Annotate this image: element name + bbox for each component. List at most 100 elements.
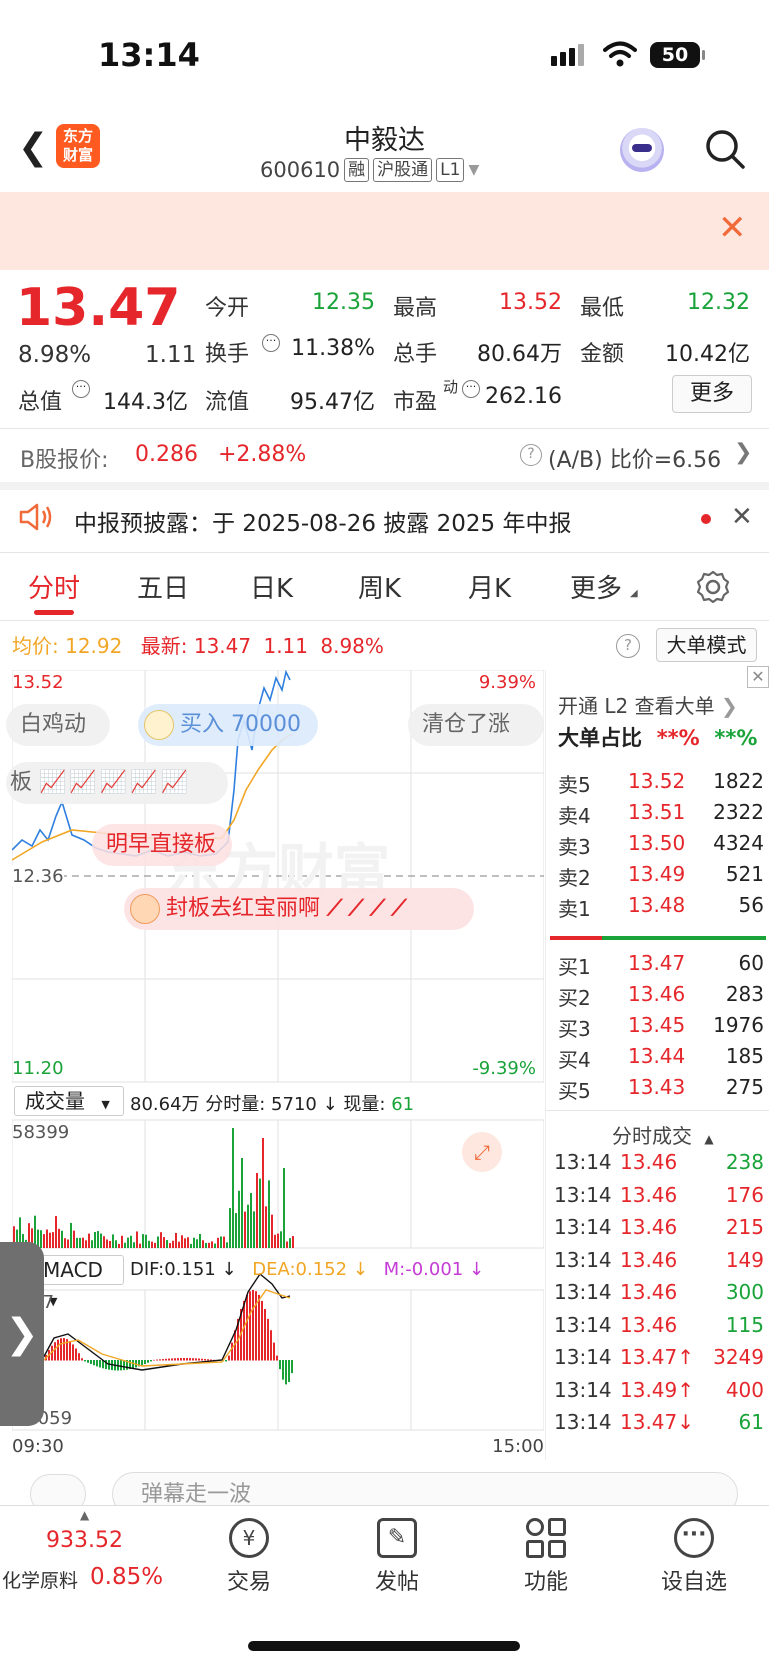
volume-bar	[151, 1241, 153, 1248]
danmu-comment[interactable]: 清仓了涨	[408, 704, 544, 746]
ab-ratio: (A/B) 比价=6.56	[548, 448, 722, 473]
volume-bar	[226, 1242, 228, 1248]
tick-volume: 176	[725, 1182, 764, 1207]
caret-icon: ◢	[630, 588, 638, 599]
index-name[interactable]: 化学原料	[2, 1566, 78, 1593]
bid-row[interactable]: 买2 13.46 283	[546, 982, 769, 1012]
tick-price: 13.47↑	[620, 1345, 695, 1369]
status-bar: 13:14 50	[0, 0, 769, 110]
danmu-comment[interactable]: 明早直接板	[92, 824, 232, 866]
ask-price: 13.48	[628, 893, 686, 917]
macd-bar	[54, 1342, 56, 1361]
macd-bar	[174, 1358, 176, 1361]
volume-selector[interactable]: 成交量 ▼	[14, 1086, 124, 1116]
danmu-comment[interactable]: 封板去红宝丽啊 ⟋⟋⟋⟋	[124, 888, 474, 930]
assistant-robot-icon[interactable]	[620, 128, 664, 172]
expand-icon[interactable]: ⤢	[462, 1132, 502, 1172]
big-order-label: 大单占比	[558, 726, 642, 750]
volume-bar	[262, 1138, 264, 1248]
tick-volume: 149	[725, 1247, 764, 1272]
big-order-mode-button[interactable]: 大单模式	[656, 628, 757, 662]
volume-bar	[82, 1237, 84, 1248]
tick-time: 13:14	[554, 1182, 612, 1207]
side-drawer-handle[interactable]: ❯	[0, 1242, 44, 1426]
gear-icon[interactable]	[696, 570, 730, 604]
intraday-chart[interactable]: 东方财富 13.52 9.39% 12.36 11.20 -9.39% 白鸡动 …	[6, 670, 544, 1580]
macd-bar	[195, 1358, 197, 1361]
ask-volume: 4324	[713, 831, 764, 855]
nav-trade[interactable]: ¥ 交易	[199, 1518, 299, 1596]
volume-bar	[199, 1233, 201, 1248]
tab-more[interactable]: 更多	[570, 568, 622, 605]
chevron-down-icon: ▼	[468, 162, 480, 178]
volume-bar	[55, 1216, 57, 1248]
promo-banner[interactable]: ✕	[0, 192, 769, 270]
ask-row[interactable]: 卖1 13.48 56	[546, 893, 769, 923]
search-icon[interactable]	[704, 128, 746, 170]
more-button[interactable]: 更多	[672, 375, 752, 413]
tick-row: 13:14 13.49↑ 400	[546, 1378, 769, 1408]
danmu-comment[interactable]: 板 📈📈📈📈📈	[6, 762, 228, 804]
ask-row[interactable]: 卖2 13.49 521	[546, 862, 769, 892]
help-icon[interactable]: ?	[616, 634, 640, 658]
close-icon[interactable]: ✕	[731, 502, 753, 532]
help-icon[interactable]: ?	[520, 444, 542, 466]
bid-row[interactable]: 买1 13.47 60	[546, 951, 769, 981]
big-order-ratio: 大单占比 **% **%	[558, 722, 757, 752]
volume-bar	[85, 1240, 87, 1248]
stock-code-line[interactable]: 600610 融 沪股通 L1 ▼	[260, 158, 479, 182]
order-book: ✕ 开通 L2 查看大单 ❯ 大单占比 **% **% 卖5 13.52 1822 卖…	[545, 666, 769, 1460]
info-dots-icon[interactable]: ···	[462, 380, 480, 398]
info-dots-icon[interactable]: ···	[262, 334, 280, 352]
tab-weekly-k[interactable]: 周K	[358, 568, 401, 605]
bid-volume: 60	[738, 951, 764, 975]
macd-bar	[267, 1318, 269, 1361]
divider	[0, 620, 769, 621]
macd-bar	[60, 1338, 62, 1361]
tick-time: 13:14	[554, 1215, 612, 1239]
danmu-comment[interactable]: 买入 70000	[138, 704, 318, 746]
bid-label: 买3	[558, 1017, 591, 1041]
macd-bar	[192, 1358, 194, 1361]
nav-post[interactable]: ✎ 发帖	[347, 1518, 447, 1596]
divider	[0, 482, 769, 490]
tick-price: 13.46	[620, 1215, 678, 1239]
volume-bar	[49, 1232, 51, 1248]
tab-daily-k[interactable]: 日K	[250, 568, 293, 605]
notice-bar[interactable]: 中报预披露：于 2025-08-26 披露 2025 年中报 ✕	[0, 490, 769, 544]
b-share-row[interactable]: B股报价: 0.286 +2.88% ? (A/B) 比价=6.56 ❯	[0, 428, 769, 482]
ask-row[interactable]: 卖3 13.50 4324	[546, 831, 769, 861]
macd-plot	[41, 1272, 293, 1385]
tab-five-day[interactable]: 五日	[137, 568, 189, 605]
index-pct[interactable]: 0.85%	[90, 1564, 163, 1590]
ticks-title[interactable]: 分时成交 ▲	[612, 1120, 714, 1149]
volume-bar	[97, 1231, 99, 1248]
macd-bar	[207, 1359, 209, 1361]
volume-bar	[58, 1228, 60, 1248]
volume-value: 80.64万	[477, 342, 562, 367]
bid-row[interactable]: 买3 13.45 1976	[546, 1013, 769, 1043]
ask-row[interactable]: 卖4 13.51 2322	[546, 800, 769, 830]
tab-monthly-k[interactable]: 月K	[468, 568, 511, 605]
danmu-comment[interactable]: 白鸡动	[6, 704, 110, 746]
bid-row[interactable]: 买4 13.44 185	[546, 1044, 769, 1074]
close-icon[interactable]: ✕	[718, 208, 747, 248]
ask-row[interactable]: 卖5 13.52 1822	[546, 769, 769, 799]
tab-intraday[interactable]: 分时	[28, 568, 80, 605]
close-icon[interactable]: ✕	[747, 666, 769, 688]
macd-bar	[171, 1358, 173, 1361]
bid-row[interactable]: 买5 13.43 275	[546, 1075, 769, 1105]
nav-add-watchlist[interactable]: ··· 设自选	[644, 1518, 744, 1596]
index-value[interactable]: 933.52	[46, 1528, 123, 1553]
macd-bar	[243, 1300, 245, 1361]
volume-bar	[166, 1240, 168, 1248]
volume-bar	[94, 1231, 96, 1248]
macd-bar	[255, 1291, 257, 1361]
l2-upgrade-link[interactable]: 开通 L2 查看大单 ❯	[558, 690, 738, 719]
bid-price: 13.46	[628, 982, 686, 1006]
info-dots-icon[interactable]: ···	[72, 380, 90, 398]
nav-functions[interactable]: 功能	[496, 1518, 596, 1596]
open-value: 12.35	[312, 290, 375, 315]
vol-total: 80.64万	[130, 1094, 200, 1115]
tick-price: 13.46	[620, 1247, 678, 1272]
